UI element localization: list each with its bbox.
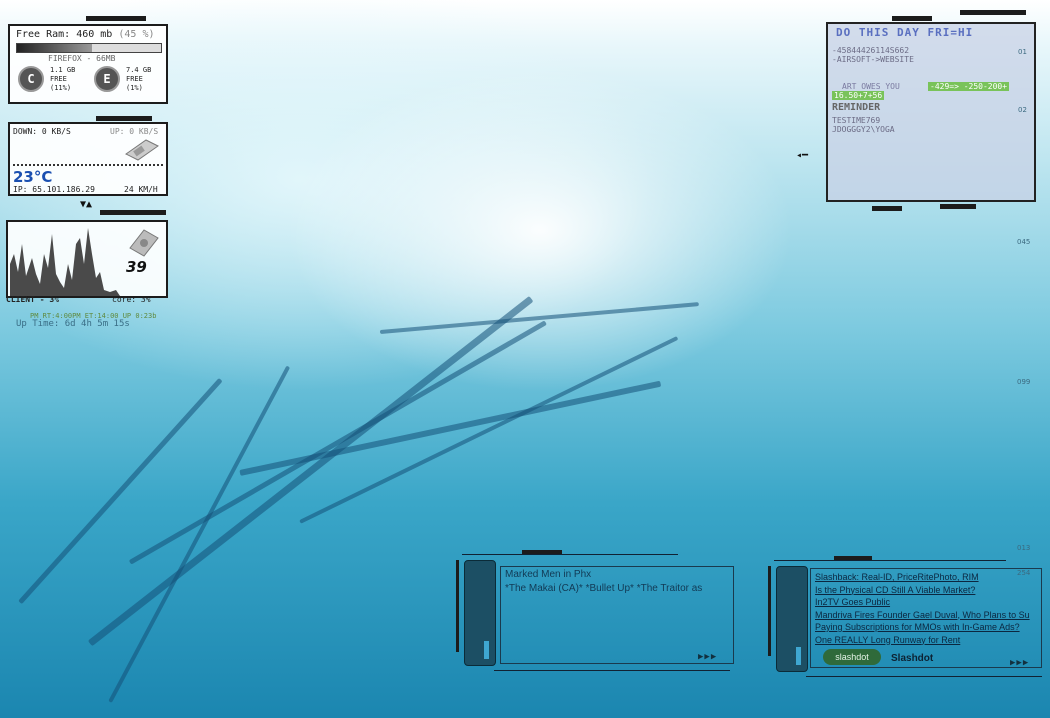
notes-panel: DO THIS DAY FRI=HI -45844426114S662 -AIR… xyxy=(826,22,1036,202)
traffic-line xyxy=(13,164,163,166)
widget-nav-arrows[interactable]: ▼▲ xyxy=(80,199,92,210)
feed-item[interactable]: Paying Subscriptions for MMOs with In-Ga… xyxy=(815,621,1041,634)
drive-e-icon: E xyxy=(94,66,120,92)
cpu-history-graph xyxy=(10,228,120,296)
hard-drive-icon xyxy=(129,229,159,257)
frame-line xyxy=(806,676,1042,677)
frame-tab xyxy=(100,210,166,215)
ram-widget: Free Ram: 460 mb (45 %) FIREFOX - 66MB C… xyxy=(8,24,168,104)
notes-highlight: 16.50+7+56 xyxy=(832,91,885,100)
uptime: Up Time: 6d 4h 5m 15s xyxy=(16,319,130,329)
cpu-core: core: 3% xyxy=(112,295,151,304)
frame-line xyxy=(774,560,1006,561)
resize-handle[interactable]: ◂━ xyxy=(796,150,808,161)
scale-mark: 01 xyxy=(1018,48,1027,56)
cpu-widget: 39 xyxy=(6,220,168,298)
media-panel: Marked Men in Phx *The Makai (CA)* *Bull… xyxy=(500,566,734,664)
notes-line: TESTIME769 xyxy=(832,116,881,125)
slashdot-logo[interactable]: slashdot xyxy=(823,649,881,665)
drive-c-percent: (11%) xyxy=(50,84,72,92)
frame-bar xyxy=(456,560,459,652)
ram-label: Free Ram: 460 mb xyxy=(16,29,113,40)
frame-tab xyxy=(86,16,146,21)
media-title: Marked Men in Phx xyxy=(505,569,592,580)
drive-e-free: 7.4 GB xyxy=(126,66,152,74)
cpu-client: CLIENT - 3% xyxy=(6,295,59,304)
drive-e-percent: (1%) xyxy=(126,84,143,92)
media-level-indicator xyxy=(484,641,489,659)
notes-title: DO THIS DAY FRI=HI xyxy=(836,26,974,39)
frame-tab xyxy=(872,206,902,211)
media-tracks: *The Makai (CA)* *Bullet Up* *The Traito… xyxy=(505,583,703,594)
feed-item[interactable]: Is the Physical CD Still A Viable Market… xyxy=(815,584,1041,597)
ram-bar-fill xyxy=(17,44,92,52)
scale-mark: 099 xyxy=(1017,378,1031,386)
wind-speed: 24 KM/H xyxy=(124,185,158,194)
frame-line xyxy=(462,554,678,555)
download-speed: DOWN: 0 KB/S xyxy=(13,127,71,136)
feed-item[interactable]: In2TV Goes Public xyxy=(815,596,1041,609)
frame-tab xyxy=(96,116,152,121)
ram-bar xyxy=(16,43,162,53)
drive-c-free: 1.1 GB xyxy=(50,66,76,74)
notes-line: -AIRSOFT->WEBSITE xyxy=(832,55,914,64)
notes-highlight: -429=> -250-200+ xyxy=(928,82,1010,91)
cpu-value: 39 xyxy=(126,258,147,276)
drive-c-icon: C xyxy=(18,66,44,92)
feed-item[interactable]: One REALLY Long Runway for Rent xyxy=(815,634,1041,647)
feed-source: Slashdot xyxy=(891,653,934,664)
temperature: 23°C xyxy=(13,168,53,186)
feed-next-button[interactable]: ▶▶▶ xyxy=(1010,658,1029,668)
media-next-button[interactable]: ▶▶▶ xyxy=(698,652,717,662)
ram-percent: (45 %) xyxy=(118,29,155,40)
notes-line: JDOGGGY2\YOGA xyxy=(832,125,895,134)
frame-tab xyxy=(940,204,976,209)
frame-bar xyxy=(768,566,771,656)
network-card-icon xyxy=(125,139,159,161)
feed-item[interactable]: Slashback: Real-ID, PriceRitePhoto, RIM xyxy=(815,571,1041,584)
notes-line: ART OWES YOU xyxy=(842,82,900,91)
drive-c-free-label: FREE xyxy=(50,75,67,83)
feed-level-indicator xyxy=(796,647,801,665)
slashdot-feed: Slashback: Real-ID, PriceRitePhoto, RIM … xyxy=(810,568,1042,668)
feed-list: Slashback: Real-ID, PriceRitePhoto, RIM … xyxy=(815,571,1041,646)
scale-mark: 02 xyxy=(1018,106,1027,114)
reminder-heading: REMINDER xyxy=(832,102,881,113)
scale-mark: 045 xyxy=(1017,238,1031,246)
frame-tab xyxy=(960,10,1026,15)
ip-address: IP: 65.101.186.29 xyxy=(13,185,95,194)
process-label: FIREFOX - 66MB xyxy=(48,54,116,63)
feed-sidebar xyxy=(776,566,808,672)
frame-tab xyxy=(892,16,932,21)
drive-e-free-label: FREE xyxy=(126,75,143,83)
upload-speed: UP: 0 KB/S xyxy=(110,127,159,136)
frame-line xyxy=(494,670,730,671)
feed-item[interactable]: Mandriva Fires Founder Gael Duval, Who P… xyxy=(815,609,1041,622)
notes-line: -45844426114S662 xyxy=(832,46,910,55)
media-sidebar xyxy=(464,560,496,666)
network-widget: DOWN: 0 KB/S UP: 0 KB/S 23°C IP: 65.101.… xyxy=(8,122,168,196)
scale-mark: 013 xyxy=(1017,544,1031,552)
